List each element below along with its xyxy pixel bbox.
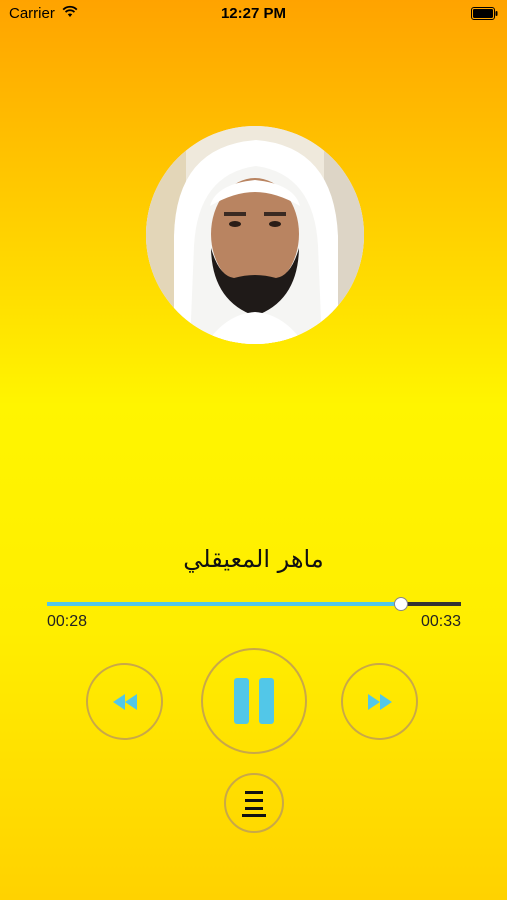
status-time: 12:27 PM xyxy=(220,5,287,22)
battery-icon xyxy=(471,7,498,20)
fast-forward-icon xyxy=(367,693,392,710)
playlist-icon xyxy=(242,791,266,817)
fast-forward-button[interactable] xyxy=(341,663,418,740)
reciter-avatar xyxy=(146,126,364,344)
progress-fill xyxy=(47,602,401,606)
playlist-button[interactable] xyxy=(224,773,284,833)
status-bar: Carrier 12:27 PM xyxy=(0,0,507,28)
rewind-button[interactable] xyxy=(86,663,163,740)
pause-button[interactable] xyxy=(201,648,307,754)
pause-icon xyxy=(234,678,274,724)
progress-slider[interactable] xyxy=(47,597,461,611)
reciter-name: ماهر المعيقلي xyxy=(183,545,324,573)
progress-thumb[interactable] xyxy=(393,597,408,611)
elapsed-time: 00:28 xyxy=(47,613,88,630)
total-duration: 00:33 xyxy=(420,613,461,630)
rewind-icon xyxy=(112,693,137,710)
